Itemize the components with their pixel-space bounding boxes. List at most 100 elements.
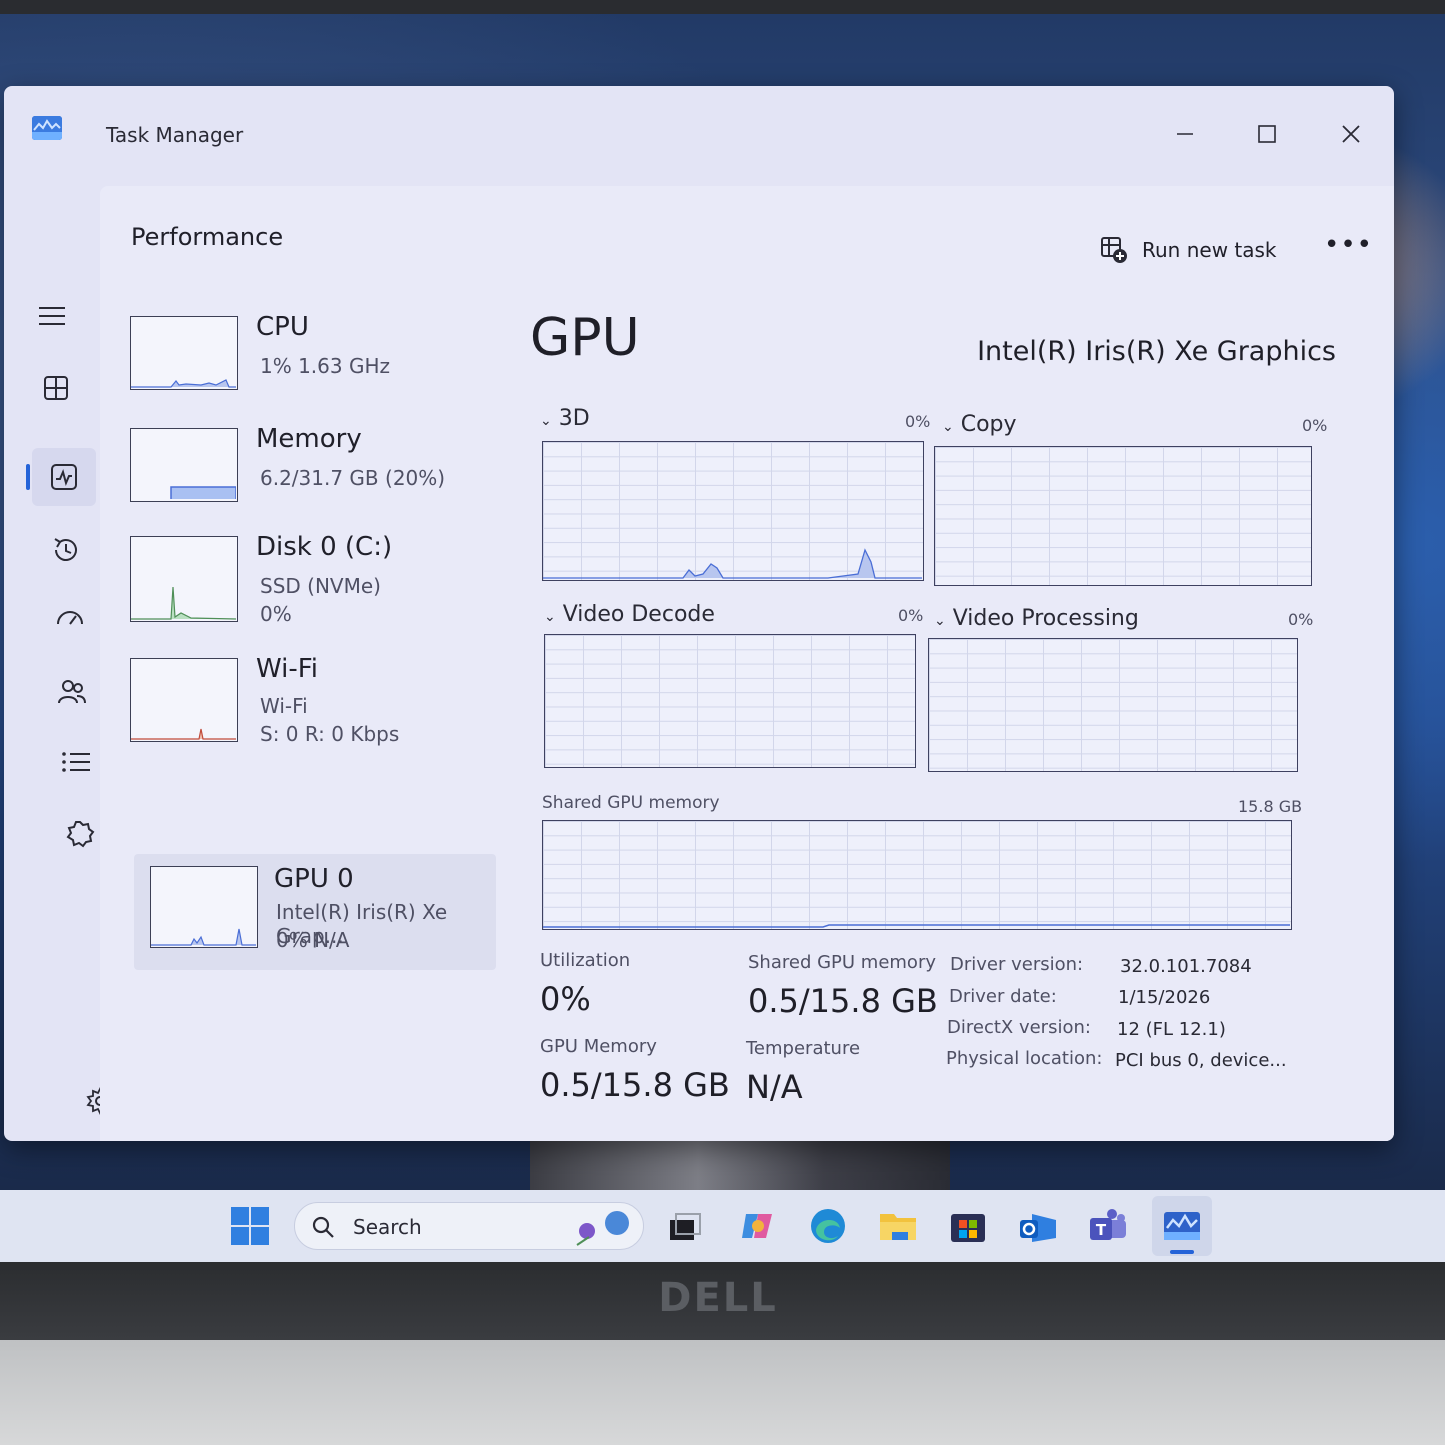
graph-3d-label[interactable]: ⌄ 3D: [540, 406, 590, 431]
graph-copy-label-text: Copy: [960, 412, 1017, 437]
more-options-button[interactable]: •••: [1324, 232, 1372, 268]
search-placeholder: Search: [353, 1215, 422, 1239]
outlook-icon[interactable]: [1018, 1206, 1058, 1246]
shared-memory-graph-max: 15.8 GB: [1238, 797, 1303, 816]
screen-bezel-top: [0, 0, 1445, 14]
run-new-task-label: Run new task: [1142, 238, 1277, 262]
resource-detail: Wi-Fi: [260, 694, 308, 718]
performance-content: Performance Run new task ••• CPU 1% 1.63…: [100, 186, 1394, 1141]
resource-name: GPU 0: [274, 864, 354, 894]
driver-date-label: Driver date:: [949, 986, 1057, 1007]
startup-apps-icon[interactable]: [52, 602, 88, 638]
driver-version-label: Driver version:: [950, 954, 1084, 975]
resource-disk[interactable]: Disk 0 (C:) SSD (NVMe) 0%: [130, 532, 492, 644]
shared-memory-value: 0.5/15.8 GB: [748, 982, 938, 1020]
temperature-label: Temperature: [746, 1038, 861, 1059]
physical-location-value: PCI bus 0, device...: [1115, 1050, 1287, 1071]
chevron-down-icon: ⌄: [540, 413, 552, 429]
app-history-icon[interactable]: [48, 532, 84, 568]
title-bar[interactable]: Task Manager: [4, 86, 1394, 186]
graph-copy-label[interactable]: ⌄ Copy: [942, 412, 1017, 437]
gpu-thumbnail-graph: [150, 866, 258, 948]
performance-icon[interactable]: [46, 459, 82, 495]
graph-3d: [542, 441, 924, 581]
task-manager-window: Task Manager Performance Run new task ••…: [4, 86, 1394, 1141]
nav-active-marker: [26, 464, 30, 490]
teams-icon[interactable]: T: [1088, 1206, 1128, 1246]
task-manager-app-icon: [32, 116, 62, 140]
users-icon[interactable]: [54, 674, 90, 710]
gpu-model-name: Intel(R) Iris(R) Xe Graphics: [977, 336, 1336, 367]
active-app-indicator: [1170, 1250, 1194, 1254]
page-title: Performance: [131, 223, 284, 251]
file-explorer-icon[interactable]: [878, 1206, 918, 1246]
detail-title: GPU: [530, 308, 640, 368]
temperature-value: N/A: [746, 1068, 803, 1106]
driver-date-value: 1/15/2026: [1118, 987, 1211, 1008]
gpu-memory-value: 0.5/15.8 GB: [540, 1066, 730, 1104]
directx-version-value: 12 (FL 12.1): [1117, 1019, 1226, 1040]
graph-video-processing: [928, 638, 1298, 772]
graph-3d-pct: 0%: [905, 412, 931, 431]
close-button[interactable]: [1328, 116, 1374, 152]
laptop-chassis: [0, 1340, 1445, 1445]
graph-video-decode: [544, 634, 916, 768]
resource-name: Memory: [256, 424, 362, 454]
store-icon[interactable]: [948, 1206, 988, 1246]
resource-name: Disk 0 (C:): [256, 532, 393, 562]
resource-detail: 6.2/31.7 GB (20%): [260, 466, 446, 490]
minimize-button[interactable]: [1162, 116, 1208, 152]
graph-copy-pct: 0%: [1302, 416, 1328, 435]
menu-icon[interactable]: [34, 298, 70, 334]
utilization-label: Utilization: [540, 950, 631, 971]
resource-wifi[interactable]: Wi-Fi Wi-Fi S: 0 R: 0 Kbps: [130, 654, 492, 766]
taskbar: Search T: [0, 1190, 1445, 1262]
physical-location-label: Physical location:: [946, 1048, 1103, 1069]
details-icon[interactable]: [58, 744, 94, 780]
taskbar-search[interactable]: Search: [294, 1202, 644, 1250]
copilot-icon[interactable]: [738, 1206, 778, 1246]
graph-copy: [934, 446, 1312, 586]
search-icon: [312, 1216, 334, 1238]
svg-text:T: T: [1096, 1221, 1107, 1239]
disk-thumbnail-graph: [130, 536, 238, 622]
driver-version-value: 32.0.101.7084: [1120, 956, 1252, 977]
utilization-value: 0%: [540, 980, 591, 1018]
resource-name: CPU: [256, 312, 309, 342]
resource-memory[interactable]: Memory 6.2/31.7 GB (20%): [130, 424, 492, 536]
graph-video-decode-pct: 0%: [898, 606, 924, 625]
run-new-task-button[interactable]: Run new task: [1100, 232, 1277, 268]
shared-memory-label: Shared GPU memory: [748, 952, 936, 973]
resource-detail: SSD (NVMe): [260, 574, 381, 598]
task-view-icon[interactable]: [664, 1206, 704, 1246]
graph-video-processing-pct: 0%: [1288, 610, 1314, 629]
edge-icon[interactable]: [808, 1206, 848, 1246]
resource-cpu[interactable]: CPU 1% 1.63 GHz: [130, 312, 492, 424]
resource-gpu[interactable]: GPU 0 Intel(R) Iris(R) Xe Grap... 0% N/A: [134, 854, 496, 970]
graph-video-decode-label[interactable]: ⌄ Video Decode: [544, 602, 715, 627]
chevron-down-icon: ⌄: [934, 613, 946, 629]
nav-rail: [4, 186, 114, 1141]
processes-icon[interactable]: [38, 370, 74, 406]
task-manager-icon[interactable]: [1162, 1206, 1202, 1246]
cpu-thumbnail-graph: [130, 316, 238, 390]
dell-logo: DELL: [658, 1275, 778, 1321]
resource-detail: 1% 1.63 GHz: [260, 354, 391, 378]
resource-throughput: S: 0 R: 0 Kbps: [260, 722, 400, 746]
start-icon[interactable]: [230, 1206, 270, 1246]
window-title: Task Manager: [106, 123, 244, 147]
directx-version-label: DirectX version:: [947, 1017, 1091, 1038]
resource-usage: 0% N/A: [276, 928, 350, 952]
graph-3d-label-text: 3D: [558, 406, 590, 431]
maximize-button[interactable]: [1244, 116, 1290, 152]
services-icon[interactable]: [62, 816, 98, 852]
shared-memory-graph-label: Shared GPU memory: [542, 793, 720, 813]
graph-video-processing-label[interactable]: ⌄ Video Processing: [934, 606, 1139, 631]
run-task-icon: [1101, 237, 1127, 263]
graph-video-processing-label-text: Video Processing: [952, 606, 1139, 631]
memory-thumbnail-graph: [130, 428, 238, 502]
wallpaper-rock: [530, 1135, 950, 1190]
resource-usage: 0%: [260, 602, 292, 626]
gpu-memory-label: GPU Memory: [540, 1036, 657, 1057]
graph-video-decode-label-text: Video Decode: [562, 602, 715, 627]
